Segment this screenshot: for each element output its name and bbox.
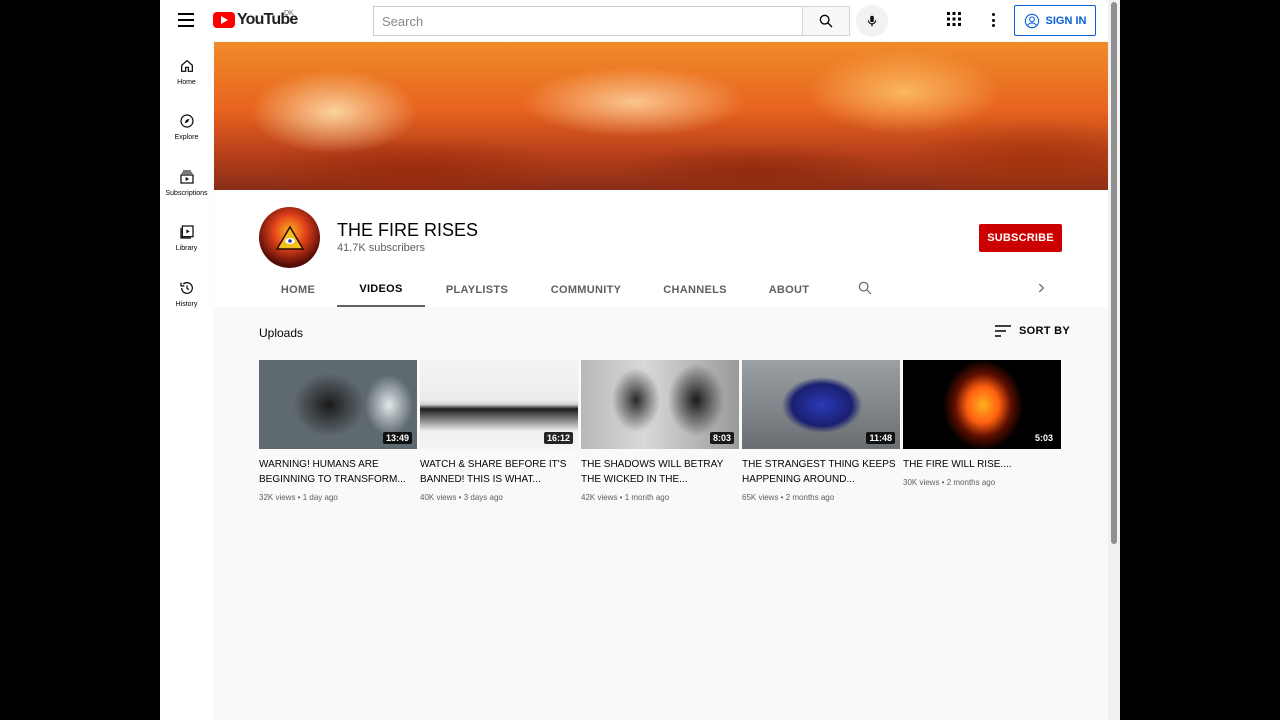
video-card[interactable]: 16:12 WATCH & SHARE BEFORE IT'S BANNED! …: [420, 360, 578, 502]
video-thumbnail[interactable]: 13:49: [259, 360, 417, 449]
channel-tabs: HOME VIDEOS PLAYLISTS COMMUNITY CHANNELS…: [259, 272, 831, 307]
video-duration: 11:48: [866, 432, 895, 444]
menu-icon[interactable]: [178, 13, 194, 27]
video-duration: 13:49: [382, 432, 412, 444]
video-title[interactable]: WARNING! HUMANS ARE BEGINNING TO TRANSFO…: [259, 457, 417, 487]
video-title[interactable]: WATCH & SHARE BEFORE IT'S BANNED! THIS I…: [420, 457, 578, 487]
video-duration: 5:03: [1031, 432, 1056, 444]
sidebar-item-library[interactable]: Library: [160, 219, 213, 269]
video-card[interactable]: 11:48 THE STRANGEST THING KEEPS HAPPENIN…: [742, 360, 900, 502]
sidebar-item-explore[interactable]: Explore: [160, 108, 213, 158]
tab-channels[interactable]: CHANNELS: [643, 272, 747, 307]
video-card[interactable]: 5:03 THE FIRE WILL RISE.... 30K views • …: [903, 360, 1061, 502]
page-scrollbar[interactable]: [1108, 0, 1120, 720]
video-grid: 13:49 WARNING! HUMANS ARE BEGINNING TO T…: [259, 360, 1061, 502]
youtube-play-icon: [213, 12, 235, 28]
channel-search-icon[interactable]: [857, 280, 873, 296]
video-duration: 16:12: [543, 432, 573, 444]
video-duration: 8:03: [709, 432, 734, 444]
sidebar-label-history: History: [175, 301, 198, 308]
home-icon: [180, 59, 193, 72]
sidebar-item-history[interactable]: History: [160, 275, 213, 325]
masthead: YouTube DK SIGN IN: [160, 0, 1108, 41]
video-meta: 32K views • 1 day ago: [259, 493, 338, 502]
video-thumbnail[interactable]: 5:03: [903, 360, 1061, 449]
voice-search-button[interactable]: [856, 5, 888, 37]
library-icon: [179, 225, 194, 239]
sort-by-button[interactable]: SORT BY: [995, 325, 1070, 337]
search-input[interactable]: [374, 7, 803, 35]
sort-icon: [995, 325, 1011, 337]
video-meta: 30K views • 2 months ago: [903, 478, 996, 487]
search-box: [373, 6, 803, 36]
channel-avatar[interactable]: [259, 207, 320, 268]
video-thumbnail[interactable]: 16:12: [420, 360, 578, 449]
sidebar-label-home: Home: [177, 79, 196, 86]
sidebar-label-explore: Explore: [174, 134, 199, 141]
tab-community[interactable]: COMMUNITY: [529, 272, 643, 307]
microphone-icon: [867, 15, 877, 27]
pyramid-eye-icon: [275, 225, 304, 250]
video-meta: 65K views • 2 months ago: [742, 493, 835, 502]
apps-grid-icon: [947, 12, 961, 26]
video-meta: 40K views • 3 days ago: [420, 493, 503, 502]
apps-button[interactable]: [947, 12, 963, 28]
channel-header: THE FIRE RISES 41.7K subscribers SUBSCRI…: [214, 190, 1108, 307]
channel-banner: [214, 42, 1108, 190]
search-icon: [819, 14, 833, 28]
country-code: DK: [284, 10, 294, 17]
tab-about[interactable]: ABOUT: [747, 272, 831, 307]
video-title[interactable]: THE STRANGEST THING KEEPS HAPPENING AROU…: [742, 457, 900, 487]
uploads-section: Uploads SORT BY 13:49 WARNING! HUMANS AR…: [214, 307, 1108, 720]
sidebar-label-library: Library: [175, 245, 198, 252]
video-thumbnail[interactable]: 11:48: [742, 360, 900, 449]
chevron-right-icon[interactable]: [1034, 281, 1048, 295]
channel-name: THE FIRE RISES: [337, 220, 479, 240]
sign-in-button[interactable]: SIGN IN: [1014, 5, 1096, 36]
subscriber-count: 41.7K subscribers: [337, 242, 426, 254]
account-icon: [1024, 13, 1039, 28]
sign-in-label: SIGN IN: [1045, 14, 1087, 27]
uploads-title: Uploads: [259, 326, 304, 340]
subscribe-button[interactable]: SUBSCRIBE: [979, 224, 1062, 252]
video-title[interactable]: THE SHADOWS WILL BETRAY THE WICKED IN TH…: [581, 457, 739, 487]
browser-viewport: YouTube DK SIGN IN Home: [160, 0, 1120, 720]
video-card[interactable]: 8:03 THE SHADOWS WILL BETRAY THE WICKED …: [581, 360, 739, 502]
sidebar-item-subscriptions[interactable]: Subscriptions: [160, 164, 213, 214]
tab-playlists[interactable]: PLAYLISTS: [425, 272, 529, 307]
compass-icon: [179, 114, 194, 128]
video-card[interactable]: 13:49 WARNING! HUMANS ARE BEGINNING TO T…: [259, 360, 417, 502]
video-thumbnail[interactable]: 8:03: [581, 360, 739, 449]
history-icon: [179, 282, 193, 294]
video-meta: 42K views • 1 month ago: [581, 493, 670, 502]
video-title[interactable]: THE FIRE WILL RISE....: [903, 457, 1061, 472]
more-options-icon[interactable]: [988, 12, 998, 28]
sidebar-label-subscriptions: Subscriptions: [165, 190, 208, 197]
tab-videos[interactable]: VIDEOS: [337, 272, 425, 307]
scrollbar-thumb[interactable]: [1111, 2, 1117, 544]
sidebar-item-home[interactable]: Home: [160, 53, 213, 103]
tab-home[interactable]: HOME: [259, 272, 337, 307]
sort-by-label: SORT BY: [1019, 325, 1070, 337]
mini-guide: Home Explore Subscriptions Library Histo…: [160, 41, 213, 720]
search-button[interactable]: [802, 6, 850, 36]
subscriptions-icon: [179, 170, 194, 184]
